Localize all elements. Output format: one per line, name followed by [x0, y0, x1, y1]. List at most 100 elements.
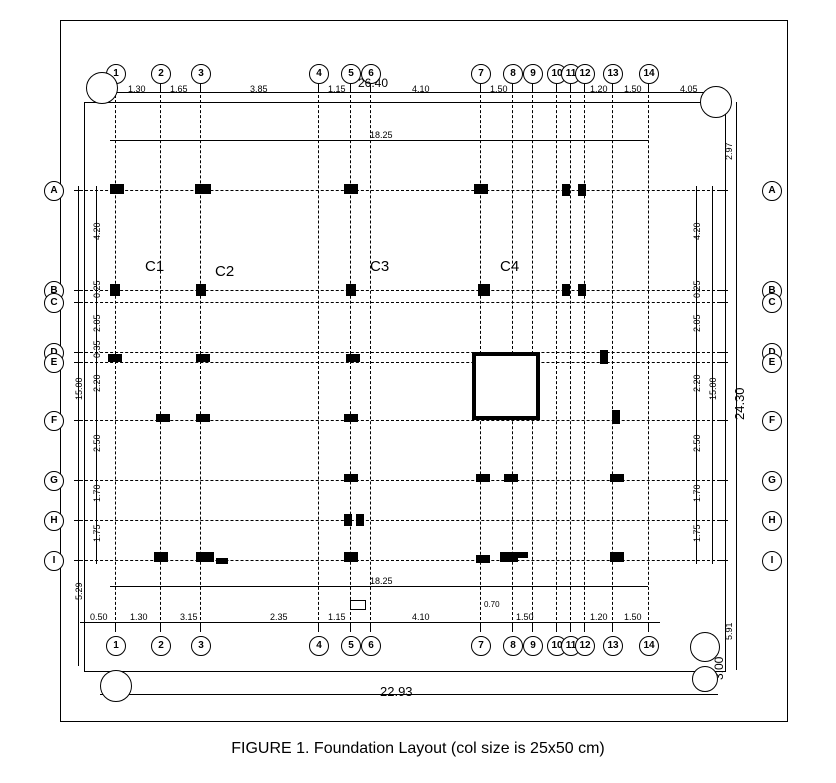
dim-left: 1.70	[92, 484, 102, 502]
dim-left: 0.35	[92, 340, 102, 358]
dim-top: 3.85	[250, 84, 268, 94]
dim-right-ext-bot: 5.91	[724, 622, 734, 640]
column	[344, 184, 358, 194]
dim-left-outer: 5.29	[74, 582, 84, 600]
dim-top: 1.20	[590, 84, 608, 94]
dim-top: 1.50	[490, 84, 508, 94]
dim-top: 1.15	[328, 84, 346, 94]
overall-h-line	[736, 102, 737, 670]
grid-bubble-left-A: A	[44, 181, 64, 201]
tick	[160, 84, 161, 92]
grid-bubble-left-I: I	[44, 551, 64, 571]
overall-height: 24.30	[732, 387, 747, 420]
grid-bubble-right-H: H	[762, 511, 782, 531]
dim-left: 1.75	[92, 524, 102, 542]
dim-right: 1.75	[692, 524, 702, 542]
column	[600, 350, 608, 364]
grid-bubble-top-3: 3	[191, 64, 211, 84]
overall-width-top: 26.40	[358, 76, 388, 90]
tick	[512, 84, 513, 92]
tick	[200, 84, 201, 92]
grid-bubble-top-12: 12	[575, 64, 595, 84]
dim-right: 2.05	[692, 314, 702, 332]
tick	[318, 84, 319, 92]
dim-bot: 1.30	[130, 612, 148, 622]
grid-bubble-left-F: F	[44, 411, 64, 431]
dim-right: 2.20	[692, 374, 702, 392]
dim-bot: 1.50	[624, 612, 642, 622]
grid-bubble-top-13: 13	[603, 64, 623, 84]
dim-top: 1.50	[624, 84, 642, 94]
column	[346, 284, 356, 296]
column	[110, 284, 120, 296]
dim-small: 0.70	[484, 600, 500, 609]
column	[500, 552, 518, 562]
dim-bot: 1.15	[328, 612, 346, 622]
column	[344, 514, 352, 526]
tick	[648, 84, 649, 92]
detail-mark	[350, 600, 366, 610]
column	[344, 414, 358, 422]
grid-bubble-right-I: I	[762, 551, 782, 571]
dim-span-top: 18.25	[370, 130, 393, 140]
dim-bot: 3.15	[180, 612, 198, 622]
dim-right-ext-top: 2.97	[724, 142, 734, 160]
dim-left: 2.20	[92, 374, 102, 392]
column	[476, 474, 490, 482]
column	[478, 284, 490, 296]
grid-bubble-right-A: A	[762, 181, 782, 201]
column	[562, 284, 570, 296]
dim-bot: 1.20	[590, 612, 608, 622]
grid-bubble-left-G: G	[44, 471, 64, 491]
grid-bubble-right-F: F	[762, 411, 782, 431]
dim-right: 0.25	[692, 280, 702, 298]
column	[154, 552, 168, 562]
column-tag-C1: C1	[145, 258, 164, 275]
column	[474, 184, 488, 194]
corner-circle	[690, 632, 720, 662]
tick	[350, 84, 351, 92]
dim-right: 4.20	[692, 222, 702, 240]
corner-circle	[100, 670, 132, 702]
column	[562, 184, 570, 196]
column	[196, 414, 210, 422]
dim-left: 0.25	[92, 280, 102, 298]
grid-bubble-left-H: H	[44, 511, 64, 531]
dim-left-outer: 15.00	[74, 377, 84, 400]
column	[612, 410, 620, 424]
tick	[532, 84, 533, 92]
dim-top: 4.05	[680, 84, 698, 94]
dim-left: 4.20	[92, 222, 102, 240]
column	[196, 354, 210, 362]
dim-right: 2.50	[692, 434, 702, 452]
dim-right-outer: 15.00	[708, 377, 718, 400]
column	[476, 555, 490, 563]
dim-bot: 1.50	[516, 612, 534, 622]
dim-bot: 0.50	[90, 612, 108, 622]
dim-top: 1.65	[170, 84, 188, 94]
column-tag-C4: C4	[500, 258, 519, 275]
dim-bot: 2.35	[270, 612, 288, 622]
grid-bubble-top-7: 7	[471, 64, 491, 84]
corner-circle	[692, 666, 718, 692]
figure-caption: FIGURE 1. Foundation Layout (col size is…	[0, 740, 836, 758]
column	[578, 184, 586, 196]
column	[344, 474, 358, 482]
column	[108, 354, 122, 362]
column	[356, 514, 364, 526]
grid-bubble-right-E: E	[762, 353, 782, 373]
dim-top: 4.10	[412, 84, 430, 94]
tick	[584, 84, 585, 92]
dim-top: 1.30	[128, 84, 146, 94]
tick	[570, 84, 571, 92]
column	[578, 284, 586, 296]
dim-span-bot: 18.25	[370, 576, 393, 586]
core-wall	[472, 352, 540, 420]
grid-bubble-top-14: 14	[639, 64, 659, 84]
right-outer-dim-line	[712, 186, 713, 564]
column	[196, 552, 214, 562]
grid-bubble-top-9: 9	[523, 64, 543, 84]
dim-left: 2.05	[92, 314, 102, 332]
bot-dim-line	[80, 622, 660, 623]
span-line	[110, 586, 648, 587]
